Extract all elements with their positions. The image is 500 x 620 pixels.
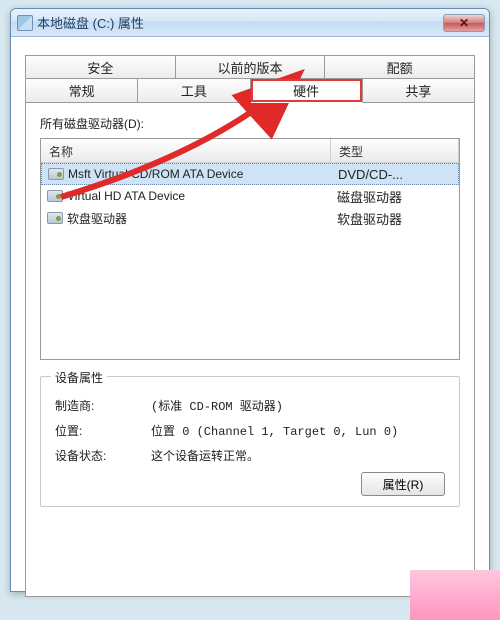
close-icon: ✕ (459, 16, 469, 30)
tab-security[interactable]: 安全 (25, 55, 176, 79)
tab-hardware[interactable]: 硬件 (251, 79, 363, 103)
manufacturer-label: 制造商: (55, 397, 151, 414)
device-type: DVD/CD-... (332, 167, 458, 182)
watermark-patch (410, 570, 500, 620)
close-button[interactable]: ✕ (443, 14, 485, 32)
cdrom-icon (48, 168, 64, 180)
hdd-icon (47, 190, 63, 202)
tab-page-hardware: 所有磁盘驱动器(D): 名称 类型 Msft Virtual CD/ROM AT… (25, 103, 475, 597)
tab-sharing[interactable]: 共享 (363, 79, 475, 103)
device-name: Msft Virtual CD/ROM ATA Device (68, 167, 243, 181)
drives-list-label: 所有磁盘驱动器(D): (40, 115, 460, 132)
col-header-type[interactable]: 类型 (331, 139, 459, 162)
device-type: 磁盘驱动器 (331, 187, 459, 206)
drives-listview[interactable]: 名称 类型 Msft Virtual CD/ROM ATA Device DVD… (40, 138, 460, 360)
titlebar[interactable]: 本地磁盘 (C:) 属性 ✕ (11, 9, 489, 37)
floppy-icon (47, 212, 63, 224)
tab-previous-versions[interactable]: 以前的版本 (176, 55, 326, 79)
list-item[interactable]: 软盘驱动器 软盘驱动器 (41, 207, 459, 229)
tab-general[interactable]: 常规 (25, 79, 138, 103)
location-label: 位置: (55, 422, 151, 439)
device-name: Virtual HD ATA Device (67, 189, 185, 203)
properties-dialog: 本地磁盘 (C:) 属性 ✕ 安全 以前的版本 配额 常规 工具 硬件 共享 所… (10, 8, 490, 592)
status-label: 设备状态: (55, 447, 151, 464)
location-value: 位置 0 (Channel 1, Target 0, Lun 0) (151, 422, 445, 439)
drive-icon (17, 15, 33, 31)
status-value: 这个设备运转正常。 (151, 447, 445, 464)
manufacturer-value: (标准 CD-ROM 驱动器) (151, 397, 445, 414)
device-name: 软盘驱动器 (67, 210, 127, 227)
group-legend: 设备属性 (51, 369, 107, 386)
list-item[interactable]: Virtual HD ATA Device 磁盘驱动器 (41, 185, 459, 207)
tab-quota[interactable]: 配额 (325, 55, 475, 79)
tab-strip: 安全 以前的版本 配额 常规 工具 硬件 共享 所有磁盘驱动器(D): 名称 类… (25, 55, 475, 597)
window-title: 本地磁盘 (C:) 属性 (37, 13, 443, 32)
tab-tools[interactable]: 工具 (138, 79, 250, 103)
device-type: 软盘驱动器 (331, 209, 459, 228)
dialog-body: 安全 以前的版本 配额 常规 工具 硬件 共享 所有磁盘驱动器(D): 名称 类… (11, 37, 489, 591)
list-header: 名称 类型 (41, 139, 459, 163)
device-properties-group: 设备属性 制造商: (标准 CD-ROM 驱动器) 位置: 位置 0 (Chan… (40, 376, 460, 507)
list-item[interactable]: Msft Virtual CD/ROM ATA Device DVD/CD-..… (41, 163, 459, 185)
device-properties-button[interactable]: 属性(R) (361, 472, 445, 496)
col-header-name[interactable]: 名称 (41, 139, 331, 162)
list-body: Msft Virtual CD/ROM ATA Device DVD/CD-..… (41, 163, 459, 359)
